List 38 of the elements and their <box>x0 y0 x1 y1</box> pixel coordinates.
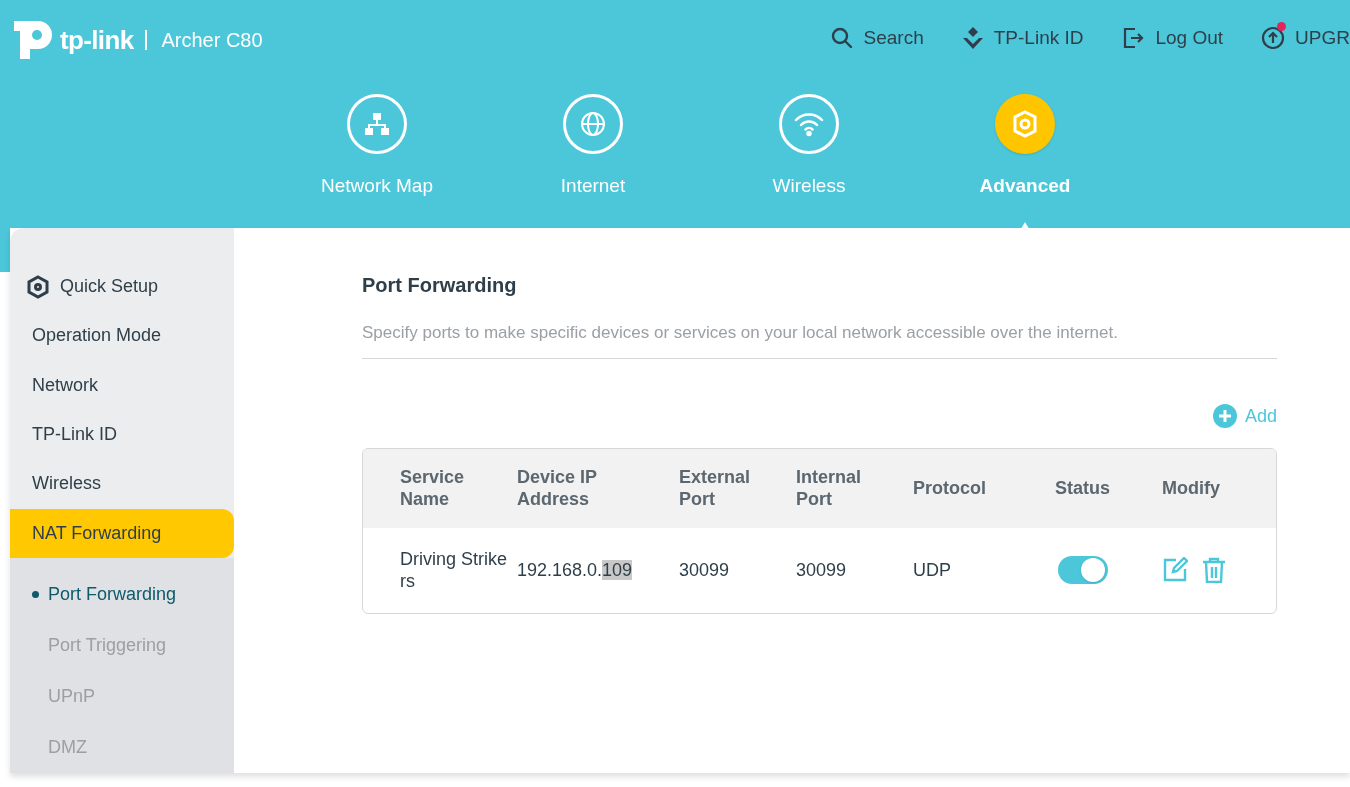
edit-icon <box>1162 557 1188 583</box>
upload-icon <box>1261 26 1286 50</box>
sidebar-item[interactable]: NAT Forwarding <box>10 508 234 558</box>
sidebar-item[interactable]: Operation Mode <box>10 311 234 361</box>
status-toggle[interactable] <box>1058 556 1108 584</box>
trash-icon <box>1202 557 1226 583</box>
column-header: Internal Port <box>796 466 862 510</box>
edit-button[interactable] <box>1162 557 1188 583</box>
sidebar-item[interactable]: Network <box>10 360 234 410</box>
logout-icon <box>1121 26 1146 50</box>
table-cell-text: UDP <box>913 559 952 581</box>
header-link[interactable]: TP-Link ID <box>961 23 1084 53</box>
sidebar-item[interactable]: Quick Setup <box>10 262 234 312</box>
wifi-icon <box>793 111 825 137</box>
column-header: Protocol <box>913 477 987 499</box>
column-header: External Port <box>679 466 752 510</box>
table-cell-text: 192.168.0.109 <box>517 559 634 581</box>
header-link[interactable]: UPGR <box>1261 23 1350 53</box>
header-link[interactable]: Log Out <box>1121 23 1224 53</box>
globe-icon <box>578 109 608 139</box>
sidebar-subitem[interactable]: Port Forwarding <box>10 568 234 620</box>
column-header: Modify <box>1162 477 1221 499</box>
brand-logo: tp-link <box>60 23 134 57</box>
page-description: Specify ports to make specific devices or services on your local network accessible over the internet. <box>362 320 1277 359</box>
column-header: Service Name <box>400 466 466 510</box>
table-cell-text: 30099 <box>796 559 848 581</box>
search-icon <box>829 26 854 50</box>
page-title: Port Forwarding <box>362 273 518 298</box>
column-header: Status <box>1055 477 1111 499</box>
delete-button[interactable] <box>1202 557 1226 583</box>
column-header: Device IP Address <box>517 466 598 510</box>
header-link[interactable]: Search <box>829 23 924 53</box>
table-cell-text: 30099 <box>679 559 731 581</box>
model-name: Archer C80 <box>145 30 263 50</box>
table-cell-text: Driving Strikers <box>400 548 509 592</box>
sidebar-item[interactable]: TP-Link ID <box>10 410 234 460</box>
sidebar-item[interactable]: Wireless <box>10 459 234 509</box>
plus-icon <box>1212 404 1237 428</box>
